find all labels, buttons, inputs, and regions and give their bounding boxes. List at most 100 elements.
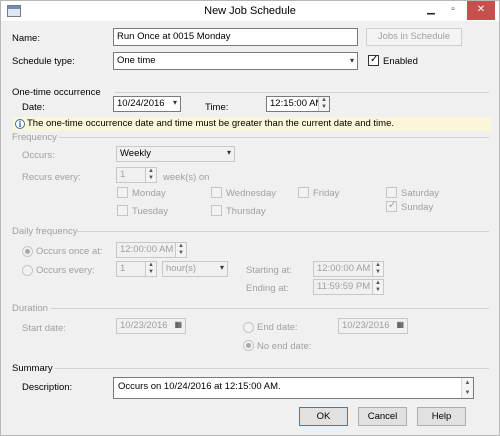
occurs-once-value: 12:00:00 AM (120, 244, 174, 255)
help-button[interactable]: Help (417, 407, 466, 426)
every-spinner[interactable]: ▲ ▼ (145, 262, 156, 276)
end-date-picker[interactable]: 10/23/2016 ▦ (338, 318, 408, 334)
no-end-date-radio[interactable] (243, 340, 254, 351)
scroll-down-icon: ▼ (464, 390, 471, 396)
name-input[interactable]: Run Once at 0015 Monday (113, 28, 358, 46)
info-icon: i (15, 119, 25, 129)
maximize-button[interactable]: ▫ (443, 1, 463, 20)
close-button[interactable]: ✕ (467, 1, 495, 20)
ending-spinner[interactable]: ▲ ▼ (372, 280, 383, 294)
section-divider (55, 368, 489, 369)
ending-at-input[interactable]: 11:59:59 PM ▲ ▼ (313, 279, 384, 295)
spin-up-icon: ▲ (375, 280, 381, 286)
tuesday-checkbox[interactable] (117, 205, 128, 216)
occurs-once-time-input[interactable]: 12:00:00 AM ▲ ▼ (116, 242, 187, 258)
starting-at-input[interactable]: 12:00:00 AM ▲ ▼ (313, 261, 384, 277)
wednesday-checkbox[interactable] (211, 187, 222, 198)
schedule-type-label: Schedule type: (12, 56, 75, 67)
occurs-every-input[interactable]: 1 ▲ ▼ (116, 261, 157, 277)
check-icon: ✓ (370, 54, 379, 65)
recurs-every-input[interactable]: 1 ▲ ▼ (116, 167, 157, 183)
thursday-checkbox[interactable] (211, 205, 222, 216)
spin-down-icon: ▼ (375, 287, 381, 293)
time-spinner[interactable]: ▲ ▼ (318, 97, 329, 111)
friday-checkbox[interactable] (298, 187, 309, 198)
monday-checkbox[interactable] (117, 187, 128, 198)
section-divider (75, 231, 489, 232)
starting-at-value: 12:00:00 AM (317, 263, 371, 274)
occurs-every-radio[interactable] (22, 265, 33, 276)
recurs-unit-label: week(s) on (163, 172, 210, 183)
duration-heading: Duration (12, 303, 48, 314)
time-value: 12:15:00 AM (270, 98, 324, 109)
occurs-select[interactable]: Weekly ▾ (116, 146, 235, 162)
section-divider (115, 92, 489, 93)
check-icon: ✓ (388, 200, 397, 211)
tuesday-label: Tuesday (132, 206, 169, 217)
jobs-in-schedule-button[interactable]: Jobs in Schedule (366, 28, 462, 46)
sunday-checkbox[interactable]: ✓ (386, 200, 397, 212)
minimize-button[interactable]: ▁ (421, 1, 441, 20)
recurs-spinner[interactable]: ▲ ▼ (145, 168, 156, 182)
starting-at-label: Starting at: (246, 265, 292, 276)
spin-up-icon: ▲ (375, 262, 381, 268)
recurs-every-value: 1 (120, 169, 126, 180)
recurs-every-label: Recurs every: (22, 172, 81, 183)
starting-spinner[interactable]: ▲ ▼ (372, 262, 383, 276)
no-end-date-label: No end date: (257, 341, 312, 352)
interval-unit-select[interactable]: hour(s) ▾ (162, 261, 228, 277)
occurs-once-radio[interactable] (22, 246, 33, 257)
date-value: 10/24/2016 (117, 98, 165, 109)
time-label: Time: (205, 102, 229, 113)
start-date-value: 10/23/2016 (120, 320, 168, 331)
chevron-down-icon: ▾ (219, 263, 224, 272)
end-date-label: End date: (257, 322, 298, 333)
occurs-label: Occurs: (22, 150, 55, 161)
end-date-radio[interactable] (243, 322, 254, 333)
info-message: The one-time occurrence date and time mu… (27, 118, 395, 129)
once-time-spinner[interactable]: ▲ ▼ (175, 243, 186, 257)
interval-unit-value: hour(s) (166, 263, 197, 274)
calendar-icon: ▦ (174, 320, 182, 329)
date-picker[interactable]: 10/24/2016 ▾ (113, 96, 181, 112)
spin-up-icon: ▲ (321, 97, 327, 103)
ok-button[interactable]: OK (299, 407, 348, 426)
date-label: Date: (22, 102, 45, 113)
enabled-checkbox[interactable]: ✓ (368, 54, 379, 66)
one-time-heading: One-time occurrence (12, 87, 101, 98)
spin-down-icon: ▼ (178, 250, 184, 256)
spin-down-icon: ▼ (321, 104, 327, 110)
sunday-label: Sunday (401, 202, 434, 213)
cancel-button[interactable]: Cancel (358, 407, 407, 426)
wednesday-label: Wednesday (226, 188, 276, 199)
title-bar: New Job Schedule ▁ ▫ ✕ (1, 1, 499, 21)
spin-down-icon: ▼ (148, 269, 154, 275)
end-date-value: 10/23/2016 (342, 320, 390, 331)
occurs-every-value: 1 (120, 263, 126, 274)
summary-heading: Summary (12, 363, 53, 374)
calendar-icon: ▦ (396, 320, 404, 329)
spin-up-icon: ▲ (148, 262, 154, 268)
description-scrollbar[interactable]: ▲ ▼ (461, 378, 473, 398)
spin-down-icon: ▼ (375, 269, 381, 275)
description-textbox[interactable]: Occurs on 10/24/2016 at 12:15:00 AM. ▲ ▼ (113, 377, 474, 399)
occurs-value: Weekly (120, 148, 151, 159)
occurs-once-label: Occurs once at: (36, 246, 103, 257)
name-label: Name: (12, 33, 40, 44)
saturday-checkbox[interactable] (386, 187, 397, 198)
dialog-window: New Job Schedule ▁ ▫ ✕ Name: Run Once at… (0, 0, 500, 436)
section-divider (51, 308, 489, 309)
start-date-label: Start date: (22, 323, 66, 334)
scroll-up-icon: ▲ (464, 380, 471, 386)
ending-at-label: Ending at: (246, 283, 289, 294)
start-date-picker[interactable]: 10/23/2016 ▦ (116, 318, 186, 334)
time-input[interactable]: 12:15:00 AM ▲ ▼ (266, 96, 330, 112)
enabled-label: Enabled (383, 56, 418, 67)
monday-label: Monday (132, 188, 166, 199)
ending-at-value: 11:59:59 PM (317, 281, 371, 292)
spin-up-icon: ▲ (148, 168, 154, 174)
friday-label: Friday (313, 188, 340, 199)
info-bar: i The one-time occurrence date and time … (13, 117, 491, 131)
section-divider (59, 137, 489, 138)
schedule-type-select[interactable]: One time ▾ (113, 52, 358, 70)
